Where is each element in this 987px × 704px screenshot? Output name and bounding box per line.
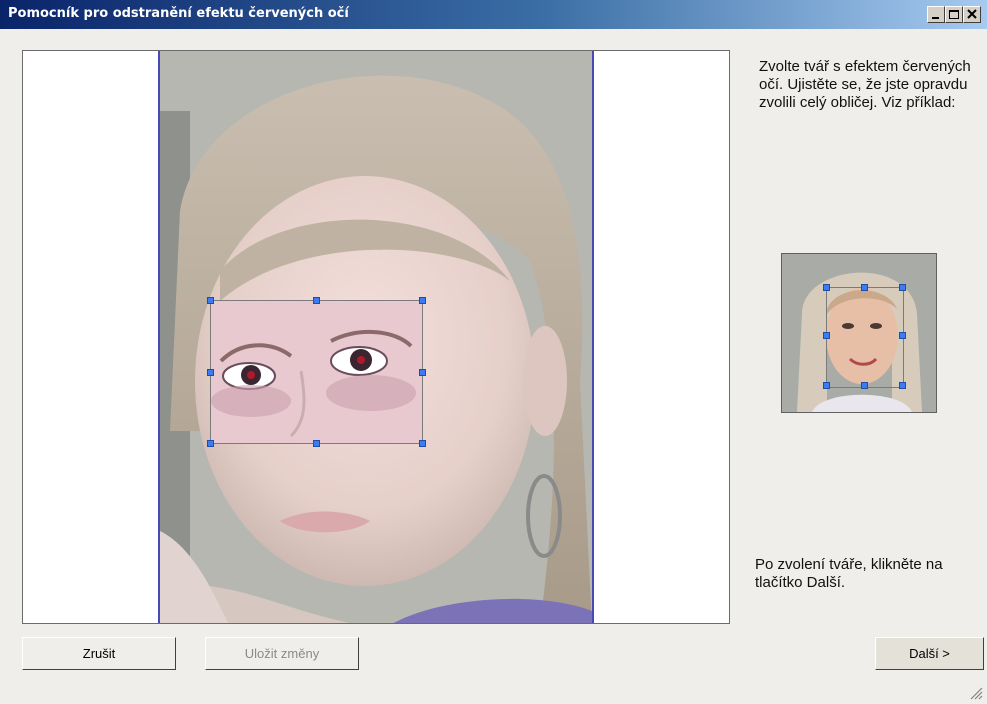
window-title: Pomocník pro odstranění efektu červených… bbox=[8, 6, 349, 21]
cancel-button[interactable]: Zrušit bbox=[22, 637, 176, 670]
example-image bbox=[781, 253, 937, 413]
maximize-button[interactable] bbox=[945, 6, 963, 23]
face-selection-box[interactable] bbox=[207, 297, 426, 447]
resize-handle-bottom[interactable] bbox=[313, 440, 320, 447]
close-icon bbox=[967, 9, 977, 19]
example-selection-box bbox=[826, 287, 904, 388]
example-handle bbox=[899, 284, 906, 291]
example-handle bbox=[861, 284, 868, 291]
example-handle bbox=[823, 332, 830, 339]
next-button-label: Další > bbox=[909, 646, 950, 661]
instruction-text-top: Zvolte tvář s efektem červených očí. Uji… bbox=[759, 58, 971, 111]
resize-handle-top[interactable] bbox=[313, 297, 320, 304]
resize-handle-top-left[interactable] bbox=[207, 297, 214, 304]
resize-handle-top-right[interactable] bbox=[419, 297, 426, 304]
save-changes-button-label: Uložit změny bbox=[244, 646, 320, 661]
resize-handle-right[interactable] bbox=[419, 369, 426, 376]
resize-handle-left[interactable] bbox=[207, 369, 214, 376]
resize-handle-bottom-left[interactable] bbox=[207, 440, 214, 447]
example-handle bbox=[823, 284, 830, 291]
close-button[interactable] bbox=[963, 6, 981, 23]
save-changes-button[interactable]: Uložit změny bbox=[205, 637, 359, 670]
example-handle bbox=[899, 332, 906, 339]
cancel-button-label: Zrušit bbox=[82, 646, 116, 661]
example-handle bbox=[823, 382, 830, 389]
instruction-text-bottom: Po zvolení tváře, klikněte na tlačítko D… bbox=[755, 556, 943, 591]
title-bar[interactable]: Pomocník pro odstranění efektu červených… bbox=[0, 0, 987, 29]
dialog-window: Pomocník pro odstranění efektu červených… bbox=[0, 0, 987, 704]
resize-grip-icon[interactable] bbox=[967, 684, 983, 700]
resize-handle-bottom-right[interactable] bbox=[419, 440, 426, 447]
minimize-button[interactable] bbox=[927, 6, 945, 23]
next-button[interactable]: Další > bbox=[875, 637, 984, 670]
example-handle bbox=[861, 382, 868, 389]
maximize-icon bbox=[949, 10, 959, 19]
minimize-icon bbox=[932, 17, 939, 19]
example-handle bbox=[899, 382, 906, 389]
